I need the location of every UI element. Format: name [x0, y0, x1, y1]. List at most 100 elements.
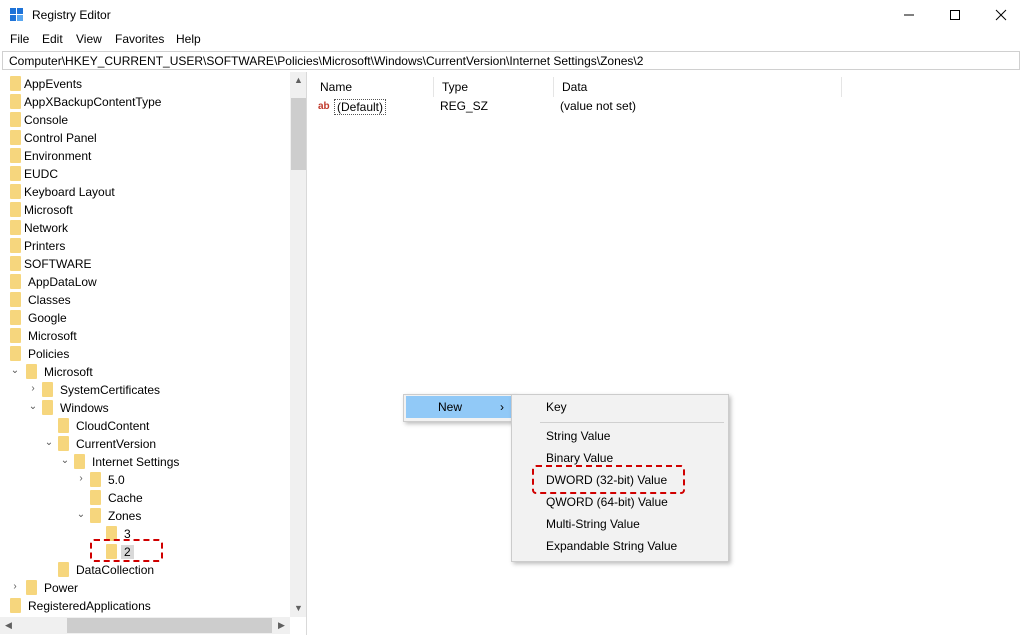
scroll-up-icon[interactable]: ▲	[290, 72, 306, 89]
folder-icon	[10, 238, 21, 254]
tree-item-label: CloudContent	[76, 418, 150, 433]
folder-icon	[10, 76, 21, 92]
tree-vertical-scrollbar[interactable]: ▲ ▼	[290, 72, 306, 617]
address-path: Computer\HKEY_CURRENT_USER\SOFTWARE\Poli…	[9, 54, 644, 68]
menu-item-multi-string-value[interactable]: Multi-String Value	[546, 513, 640, 535]
chevron-down-icon[interactable]: ⌄	[28, 398, 38, 416]
tree-item-label: Keyboard Layout	[24, 184, 115, 199]
annotation-highlight	[90, 539, 163, 562]
tree-item-environment[interactable]: Environment	[10, 146, 91, 164]
menu-help[interactable]: Help	[176, 32, 201, 46]
folder-icon	[90, 472, 101, 488]
tree-item-registeredapplications[interactable]: RegisteredApplications	[10, 596, 151, 614]
scroll-right-icon[interactable]: ▶	[273, 617, 290, 634]
folder-icon	[42, 382, 53, 398]
tree-horizontal-scrollbar[interactable]: ◀ ▶	[0, 617, 290, 634]
value-name: (Default)	[334, 99, 387, 115]
tree-item-software[interactable]: SOFTWARE	[10, 254, 92, 272]
close-button[interactable]	[978, 0, 1024, 30]
value-data: (value not set)	[560, 99, 637, 113]
column-header-type[interactable]: Type	[434, 77, 554, 97]
minimize-icon	[904, 14, 914, 16]
folder-icon	[10, 130, 21, 146]
tree-item-appxbackupcontenttype[interactable]: AppXBackupContentType	[10, 92, 161, 110]
folder-icon	[10, 256, 21, 272]
column-header-name[interactable]: Name	[312, 77, 434, 97]
menu-item-qword-value[interactable]: QWORD (64-bit) Value	[546, 491, 668, 513]
folder-icon	[10, 598, 21, 614]
column-header-data[interactable]: Data	[554, 77, 842, 97]
folder-icon	[26, 580, 37, 596]
tree-item-label: Policies	[28, 346, 70, 361]
tree-item-power[interactable]: Power	[26, 578, 78, 596]
folder-icon	[10, 166, 21, 182]
tree-item-label: Windows	[60, 400, 109, 415]
tree-item-classes[interactable]: Classes	[10, 290, 71, 308]
tree-item-datacollection[interactable]: DataCollection	[58, 560, 154, 578]
tree-item-printers[interactable]: Printers	[10, 236, 65, 254]
tree-item-label: Microsoft	[44, 364, 93, 379]
folder-icon	[10, 220, 21, 236]
tree-item-cloudcontent[interactable]: CloudContent	[58, 416, 149, 434]
tree-item-systemcertificates[interactable]: SystemCertificates	[42, 380, 160, 398]
menu-view[interactable]: View	[76, 32, 102, 46]
scroll-left-icon[interactable]: ◀	[0, 617, 17, 634]
tree-item-currentversion[interactable]: CurrentVersion	[58, 434, 156, 452]
tree-item-label: Network	[24, 220, 69, 235]
scrollbar-thumb[interactable]	[291, 98, 306, 170]
tree-item-policies[interactable]: Policies	[10, 344, 69, 362]
address-bar[interactable]: Computer\HKEY_CURRENT_USER\SOFTWARE\Poli…	[2, 51, 1020, 70]
tree-item-windows[interactable]: Windows	[42, 398, 109, 416]
tree-item-microsoft[interactable]: Microsoft	[10, 200, 73, 218]
folder-icon	[58, 562, 69, 578]
tree-item-control-panel[interactable]: Control Panel	[10, 128, 97, 146]
chevron-down-icon[interactable]: ⌄	[10, 362, 20, 380]
menu-item-label: New	[438, 400, 463, 414]
chevron-down-icon[interactable]: ⌄	[60, 452, 70, 470]
menu-favorites[interactable]: Favorites	[115, 32, 164, 46]
menu-item-new[interactable]: New ›	[406, 396, 512, 418]
menu-item-key[interactable]: Key	[546, 396, 567, 418]
chevron-right-icon[interactable]: ›	[10, 578, 20, 596]
tree-item-5-0[interactable]: 5.0	[90, 470, 125, 488]
maximize-button[interactable]	[932, 0, 978, 30]
chevron-down-icon[interactable]: ⌄	[76, 506, 86, 524]
folder-icon	[10, 148, 21, 164]
tree-item-google[interactable]: Google	[10, 308, 67, 326]
chevron-right-icon[interactable]: ›	[28, 380, 38, 398]
menu-file[interactable]: File	[10, 32, 29, 46]
folder-icon	[58, 418, 69, 434]
tree-item-software-microsoft[interactable]: Microsoft	[10, 326, 77, 344]
tree-item-zones[interactable]: Zones	[90, 506, 141, 524]
folder-icon	[10, 310, 21, 326]
tree-item-eudc[interactable]: EUDC	[10, 164, 58, 182]
chevron-down-icon[interactable]: ⌄	[44, 434, 54, 452]
menu-edit[interactable]: Edit	[42, 32, 63, 46]
tree-item-console[interactable]: Console	[10, 110, 68, 128]
folder-icon	[10, 292, 21, 308]
tree-item-network[interactable]: Network	[10, 218, 68, 236]
menu-item-expandable-string-value[interactable]: Expandable String Value	[546, 535, 677, 557]
chevron-right-icon: ›	[500, 400, 504, 414]
tree-item-appdatalow[interactable]: AppDataLow	[10, 272, 97, 290]
scrollbar-thumb[interactable]	[67, 618, 272, 633]
tree-item-label: Power	[44, 580, 79, 595]
menu-item-string-value[interactable]: String Value	[546, 425, 610, 447]
minimize-button[interactable]	[886, 0, 932, 30]
tree-item-cache[interactable]: Cache	[90, 488, 143, 506]
tree-item-label: AppDataLow	[28, 274, 97, 289]
tree-item-policies-microsoft[interactable]: Microsoft	[26, 362, 93, 380]
folder-icon	[90, 508, 101, 524]
tree-item-keyboard-layout[interactable]: Keyboard Layout	[10, 182, 115, 200]
tree-item-label: Environment	[24, 148, 92, 163]
tree-item-internet-settings[interactable]: Internet Settings	[74, 452, 179, 470]
chevron-right-icon[interactable]: ›	[76, 470, 86, 488]
title-bar: Registry Editor	[0, 0, 1024, 30]
tree-item-appevents[interactable]: AppEvents	[10, 74, 82, 92]
tree-item-label: Cache	[108, 490, 143, 505]
window-title: Registry Editor	[32, 8, 111, 22]
scroll-down-icon[interactable]: ▼	[290, 600, 306, 617]
tree-item-label: AppXBackupContentType	[24, 94, 162, 109]
folder-icon	[10, 274, 21, 290]
folder-icon	[10, 328, 21, 344]
